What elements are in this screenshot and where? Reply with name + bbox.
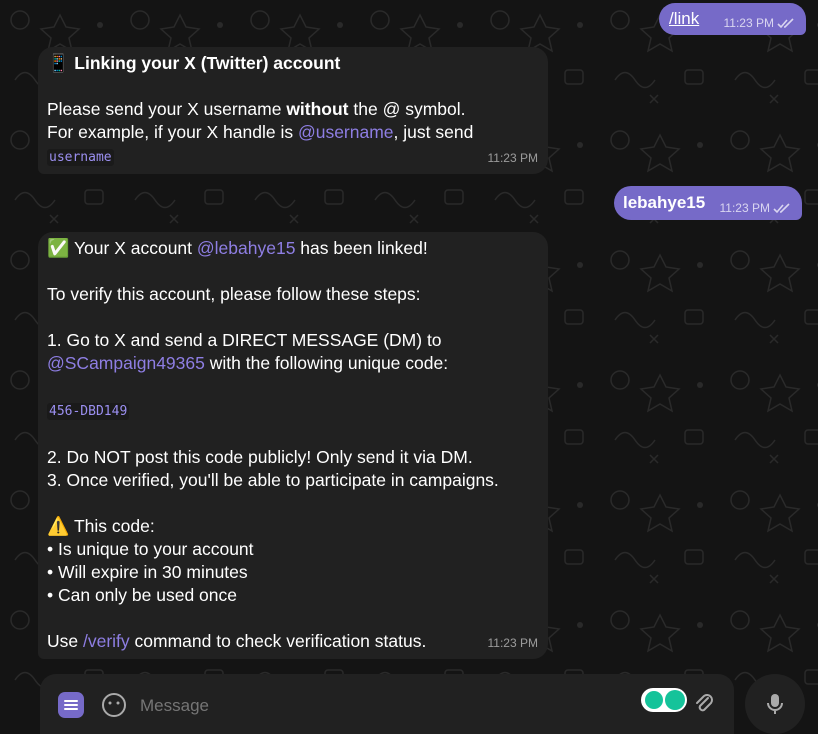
message-line: Use /verify command to check verificatio…: [47, 630, 538, 653]
message-time: 11:23 PM: [487, 636, 538, 650]
bot-menu-button[interactable]: [58, 692, 84, 718]
account-mention-link[interactable]: @lebahye15: [197, 238, 296, 258]
message-line: For example, if your X handle is @userna…: [47, 121, 538, 144]
message-line: 456-DBD149: [47, 398, 538, 423]
message-outgoing-link-command[interactable]: /link 11:23 PM: [659, 3, 806, 35]
text-fragment: Please send your X username: [47, 99, 287, 119]
message-time: 11:23 PM: [719, 201, 770, 215]
message-meta: 11:23 PM: [488, 632, 538, 655]
message-title: Linking your X (Twitter) account: [74, 53, 341, 73]
text-fragment: Your X account: [69, 238, 197, 258]
bold-text: without: [286, 99, 349, 119]
message-outgoing-username[interactable]: lebahye15 11:23 PM: [614, 186, 802, 220]
emoji-icon[interactable]: [101, 692, 127, 718]
message-text[interactable]: lebahye15: [623, 193, 705, 213]
microphone-icon: [767, 694, 783, 714]
bullet-item: • Can only be used once: [47, 585, 238, 605]
message-input[interactable]: [138, 691, 632, 721]
message-line: ⚠️ This code:: [47, 515, 538, 538]
text-fragment: This code:: [69, 516, 155, 536]
inline-code-verification[interactable]: 456-DBD149: [47, 403, 130, 420]
message-meta: 11:23 PM: [720, 201, 792, 215]
text-fragment: with the following unique code:: [204, 353, 449, 373]
text-fragment: the @ symbol.: [348, 99, 466, 119]
bullet-item: • Will expire in 30 minutes: [47, 562, 248, 582]
message-composer: [40, 674, 734, 734]
message-time: 11:23 PM: [723, 16, 774, 30]
inline-code-username[interactable]: username: [47, 149, 114, 166]
message-incoming-verification-steps[interactable]: ✅ Your X account @lebahye15 has been lin…: [38, 232, 548, 659]
grammarly-widget[interactable]: [641, 688, 687, 712]
text-fragment: , just send: [393, 122, 474, 142]
message-line: To verify this account, please follow th…: [47, 284, 421, 304]
grammarly-g-icon: [665, 690, 685, 710]
message-line: 2. Do NOT post this code publicly! Only …: [47, 447, 473, 467]
message-line: username: [47, 144, 538, 169]
text-fragment: Use: [47, 631, 83, 651]
verify-command-link[interactable]: /verify: [83, 631, 130, 651]
mobile-phone-emoji-icon: 📱: [47, 53, 70, 73]
double-check-icon: [773, 202, 790, 213]
text-fragment: command to check verification status.: [129, 631, 427, 651]
message-line: 1. Go to X and send a DIRECT MESSAGE (DM…: [47, 330, 442, 350]
attach-paperclip-icon[interactable]: [692, 692, 716, 716]
campaign-account-mention-link[interactable]: @SCampaign49365: [47, 353, 205, 373]
username-mention-link[interactable]: @username: [298, 122, 394, 142]
message-line: @SCampaign49365 with the following uniqu…: [47, 352, 538, 375]
message-title-line: 📱 Linking your X (Twitter) account: [47, 52, 538, 75]
voice-message-button[interactable]: [745, 674, 805, 734]
bullet-item: • Is unique to your account: [47, 539, 254, 559]
double-check-icon: [777, 17, 794, 28]
menu-icon: [64, 700, 78, 710]
grammarly-status-icon: [645, 691, 663, 709]
check-mark-emoji-icon: ✅: [47, 238, 70, 258]
text-fragment: For example, if your X handle is: [47, 122, 298, 142]
message-time: 11:23 PM: [487, 151, 538, 165]
message-line: ✅ Your X account @lebahye15 has been lin…: [47, 237, 538, 260]
message-line: 3. Once verified, you'll be able to part…: [47, 470, 499, 490]
chat-area[interactable]: /link 11:23 PM 📱 Linking your X (Twitter…: [0, 0, 818, 708]
message-text[interactable]: /link: [669, 9, 699, 29]
message-incoming-linking-instructions[interactable]: 📱 Linking your X (Twitter) account Pleas…: [38, 47, 548, 174]
text-fragment: has been linked!: [295, 238, 428, 258]
message-meta: 11:23 PM: [488, 147, 538, 170]
warning-emoji-icon: ⚠️: [47, 516, 70, 536]
message-line: Please send your X username without the …: [47, 98, 538, 121]
message-meta: 11:23 PM: [724, 16, 796, 30]
